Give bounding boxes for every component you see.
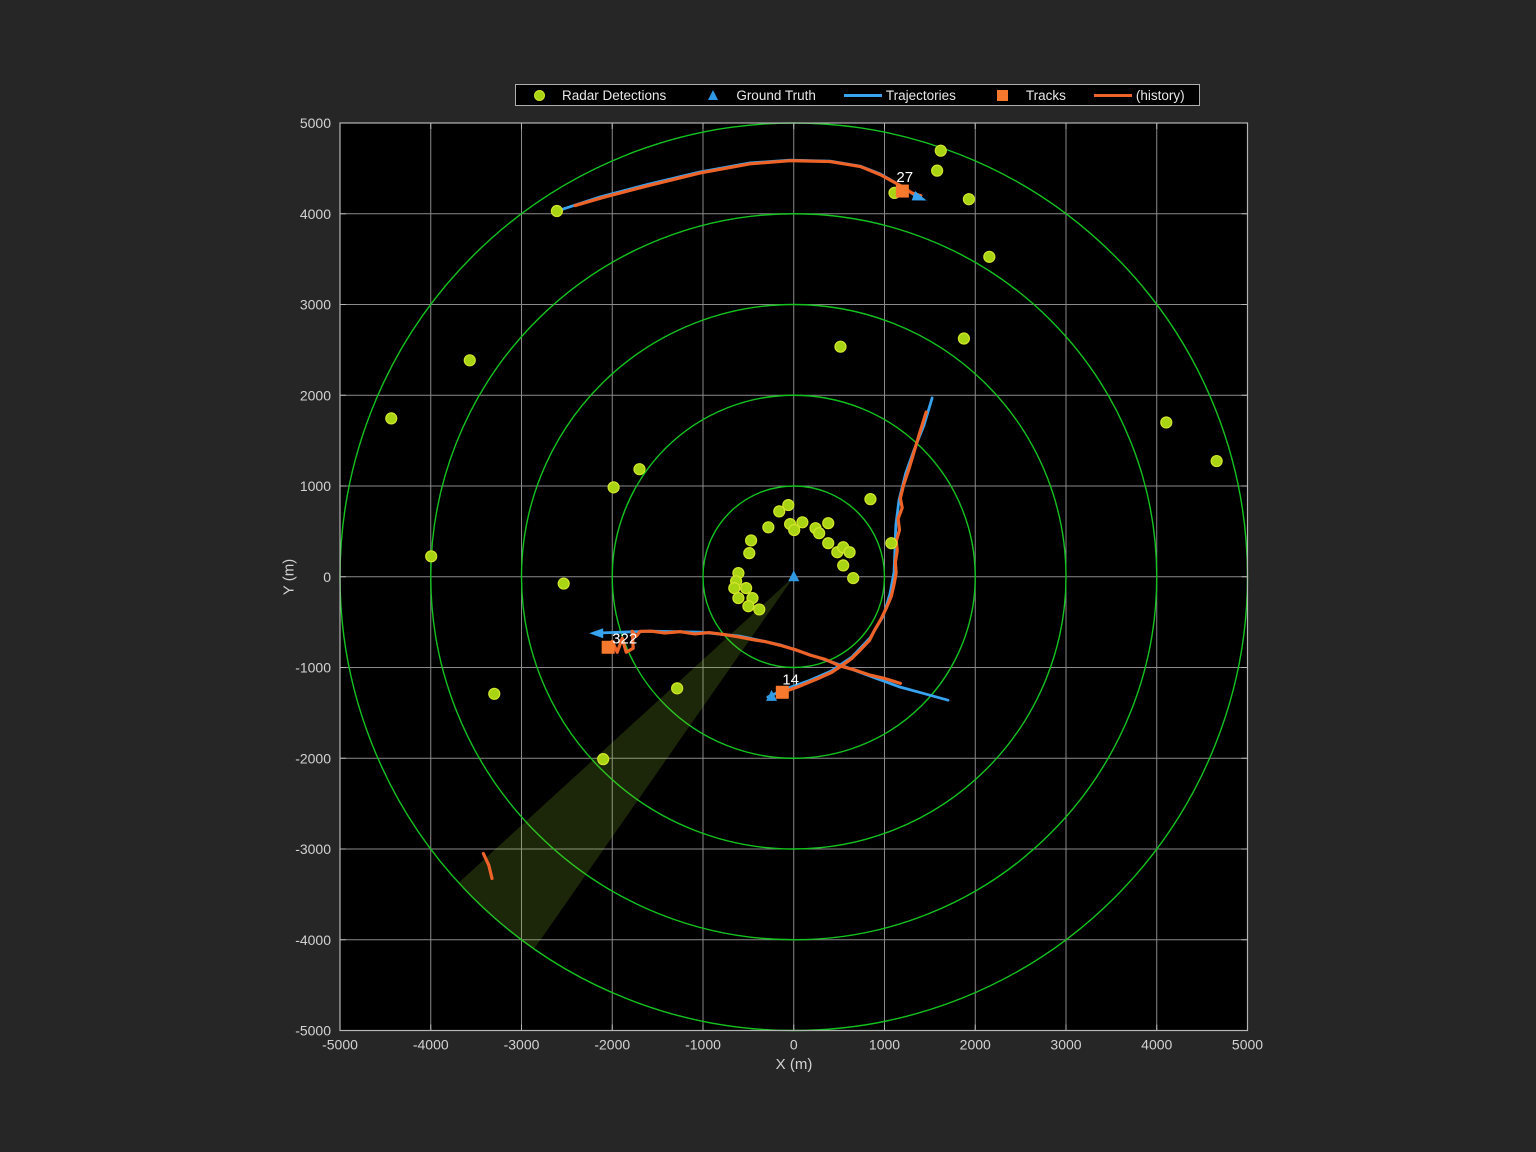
- radar-detection: [672, 683, 683, 694]
- radar-detection: [886, 538, 897, 549]
- radar-detection: [634, 464, 645, 475]
- radar-detection: [754, 604, 765, 615]
- x-tick-label: -1000: [685, 1037, 721, 1053]
- radar-detection: [729, 583, 740, 594]
- radar-detection: [744, 548, 755, 559]
- y-tick-label: -1000: [295, 660, 331, 676]
- y-tick-label: -4000: [295, 932, 331, 948]
- y-tick-label: -3000: [295, 841, 331, 857]
- legend-item-trajectories[interactable]: Trajectories: [840, 85, 980, 105]
- radar-detection: [865, 494, 876, 505]
- trajectory-line-icon: [844, 94, 882, 97]
- radar-detection: [1161, 417, 1172, 428]
- ground-truth-marker-icon: [708, 90, 718, 100]
- x-tick-label: 4000: [1141, 1037, 1172, 1053]
- radar-detection: [932, 165, 943, 176]
- radar-detection: [823, 538, 834, 549]
- radar-detection: [386, 413, 397, 424]
- radar-detection: [464, 355, 475, 366]
- x-tick-label: -2000: [594, 1037, 630, 1053]
- radar-detection: [838, 560, 849, 571]
- detection-marker-icon: [534, 90, 545, 101]
- legend-item-label: Ground Truth: [736, 88, 816, 103]
- radar-detection: [835, 341, 846, 352]
- y-tick-label: 2000: [300, 387, 331, 403]
- radar-detection: [814, 528, 825, 539]
- x-tick-label: 5000: [1232, 1037, 1263, 1053]
- x-tick-label: 0: [790, 1037, 798, 1053]
- radar-detection: [558, 578, 569, 589]
- y-tick-label: -2000: [295, 750, 331, 766]
- y-tick-label: 0: [323, 569, 331, 585]
- radar-detection: [844, 547, 855, 558]
- legend-item-label: Trajectories: [886, 88, 956, 103]
- x-tick-label: -3000: [504, 1037, 540, 1053]
- x-tick-label: 1000: [869, 1037, 900, 1053]
- x-tick-label: -5000: [322, 1037, 358, 1053]
- radar-detection: [958, 333, 969, 344]
- history-line-icon: [1094, 94, 1132, 97]
- legend-item-label: Radar Detections: [562, 88, 666, 103]
- track-label: 27: [896, 169, 913, 186]
- y-tick-label: -5000: [295, 1023, 331, 1039]
- radar-detection: [733, 593, 744, 604]
- x-tick-label: -4000: [413, 1037, 449, 1053]
- radar-detection: [963, 194, 974, 205]
- radar-detection: [789, 525, 800, 536]
- y-tick-label: 4000: [300, 206, 331, 222]
- radar-detection: [783, 500, 794, 511]
- radar-detection: [608, 482, 619, 493]
- radar-plot-area[interactable]: 27 322 14 -5000 -4000 -3000 -2000 -1000 0 1000 200…: [0, 0, 1536, 1152]
- x-tick-label: 2000: [960, 1037, 991, 1053]
- radar-detection: [551, 206, 562, 217]
- radar-detection: [984, 251, 995, 262]
- track-label: 322: [612, 630, 637, 647]
- y-tick-label: 1000: [300, 478, 331, 494]
- x-tick-label: 3000: [1050, 1037, 1081, 1053]
- x-axis-label: X (m): [734, 1056, 854, 1073]
- radar-detection: [426, 551, 437, 562]
- legend: Radar Detections Ground Truth Trajectori…: [515, 84, 1200, 106]
- radar-detection: [848, 573, 859, 584]
- legend-item-history[interactable]: (history): [1090, 85, 1189, 105]
- radar-detection: [743, 601, 754, 612]
- radar-detection: [598, 754, 609, 765]
- radar-detection: [746, 535, 757, 546]
- radar-detection: [823, 518, 834, 529]
- y-tick-label: 5000: [300, 115, 331, 131]
- track-label: 14: [782, 671, 799, 688]
- track-square: [896, 185, 909, 198]
- radar-detection: [741, 583, 752, 594]
- legend-item-tracks[interactable]: Tracks: [980, 85, 1090, 105]
- track-marker-icon: [997, 90, 1008, 101]
- radar-detection: [489, 688, 500, 699]
- y-axis-label: Y (m): [281, 559, 298, 595]
- y-tick-label: 3000: [300, 297, 331, 313]
- radar-detection: [763, 522, 774, 533]
- radar-detection: [1211, 456, 1222, 467]
- radar-detection: [935, 145, 946, 156]
- legend-item-label: Tracks: [1026, 88, 1066, 103]
- legend-item-ground-truth[interactable]: Ground Truth: [690, 85, 840, 105]
- matlab-figure: 27 322 14 -5000 -4000 -3000 -2000 -1000 0 1000 200…: [0, 0, 1536, 1152]
- legend-item-label: (history): [1136, 88, 1185, 103]
- legend-item-radar-detections[interactable]: Radar Detections: [516, 85, 690, 105]
